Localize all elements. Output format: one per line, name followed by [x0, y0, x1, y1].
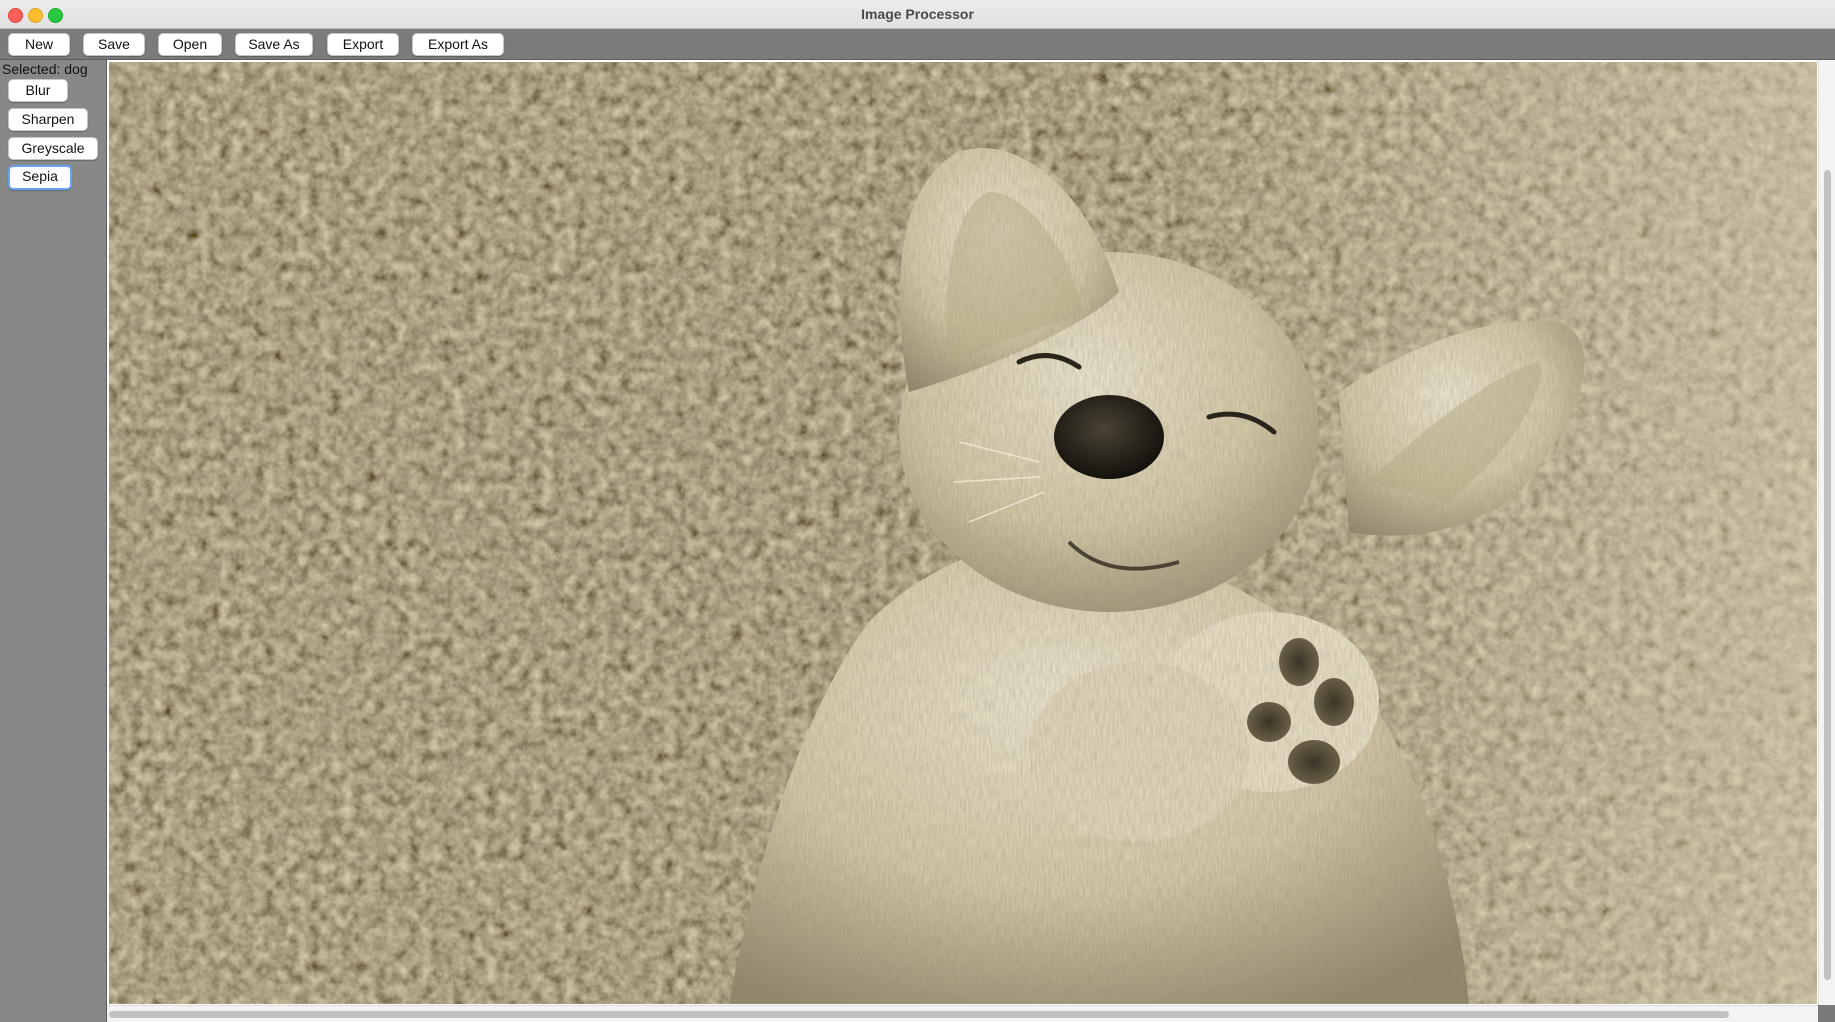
- blur-button[interactable]: Blur: [8, 79, 68, 102]
- title-bar[interactable]: Image Processor: [0, 0, 1835, 29]
- horizontal-scroll-thumb[interactable]: [109, 1011, 1729, 1018]
- new-button[interactable]: New: [8, 33, 70, 56]
- window-title: Image Processor: [861, 6, 974, 22]
- selected-image-label: Selected: dog: [2, 61, 88, 77]
- sepia-button[interactable]: Sepia: [8, 165, 72, 190]
- open-button[interactable]: Open: [158, 33, 222, 56]
- app-window: Image Processor New Save Open Save As Ex…: [0, 0, 1835, 1022]
- export-as-button[interactable]: Export As: [412, 33, 504, 56]
- save-as-button[interactable]: Save As: [235, 33, 313, 56]
- toolbar: New Save Open Save As Export Export As: [0, 29, 1835, 60]
- filter-sidebar: Selected: dog Blur Sharpen Greyscale Sep…: [0, 60, 107, 1022]
- greyscale-button[interactable]: Greyscale: [8, 137, 98, 160]
- sharpen-button[interactable]: Sharpen: [8, 108, 88, 131]
- save-button[interactable]: Save: [83, 33, 145, 56]
- horizontal-scrollbar[interactable]: [107, 1005, 1818, 1022]
- vertical-scroll-thumb[interactable]: [1824, 170, 1831, 980]
- image-canvas[interactable]: [107, 60, 1818, 1005]
- export-button[interactable]: Export: [327, 33, 399, 56]
- dog-photo: [109, 62, 1817, 1004]
- vertical-scrollbar[interactable]: [1818, 60, 1835, 1005]
